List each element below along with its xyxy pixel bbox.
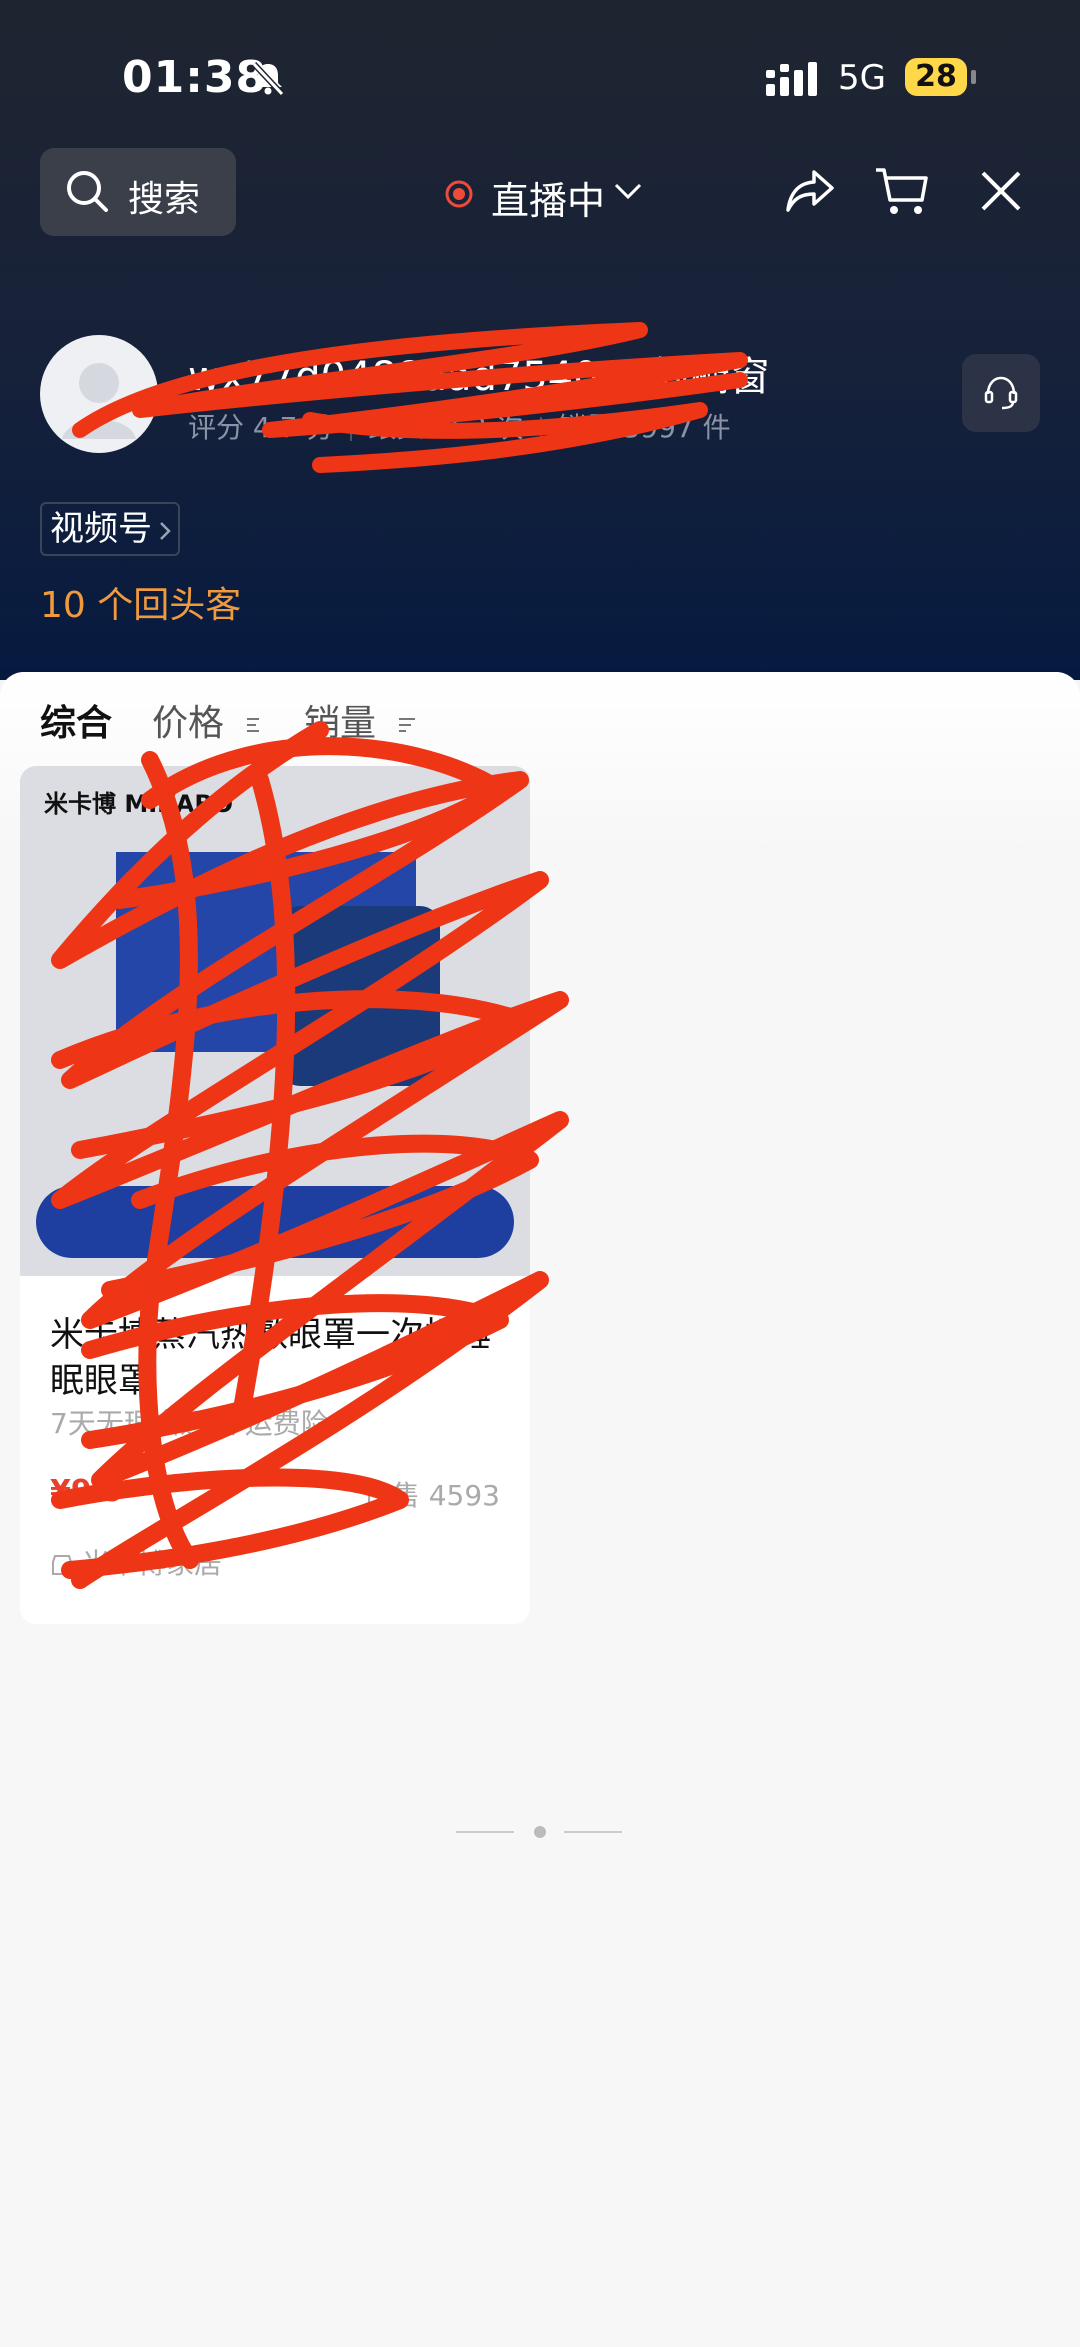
live-dot-icon	[445, 180, 473, 208]
search-button[interactable]: 搜索	[40, 148, 236, 236]
search-label: 搜索	[128, 179, 201, 220]
product-title: 米卡博蒸汽热敷眼罩一次性睡眠眼罩	[50, 1315, 492, 1401]
tab-composite[interactable]: 综合	[40, 694, 112, 746]
stats-separator	[350, 417, 353, 441]
bell-slash-icon	[251, 61, 285, 97]
cart-icon[interactable]	[874, 166, 930, 218]
chevron-down-icon	[614, 183, 642, 200]
product-package-side	[280, 906, 440, 1086]
product-sold-count: 已售 4593	[363, 1479, 500, 1512]
shop-icon	[52, 1555, 72, 1575]
store-stats: 评分 4.7 分跟头 363 次销量 3997 件	[188, 406, 731, 446]
tab-price-label: 价格	[152, 703, 225, 744]
product-shop[interactable]: 米卡博家居	[50, 1542, 222, 1582]
tab-sales[interactable]: 销量	[304, 694, 417, 746]
search-icon	[67, 171, 108, 212]
battery-tip	[971, 70, 976, 84]
video-channel-tag[interactable]: 视频号	[40, 502, 180, 556]
customer-service-icon	[984, 376, 1018, 410]
stats-separator	[539, 417, 542, 441]
chevron-right-icon	[160, 522, 171, 540]
customer-service-button[interactable]	[962, 354, 1040, 432]
product-image: 米卡博 MIKABO	[20, 766, 530, 1276]
signal-icon	[766, 62, 817, 96]
brand-logo: 米卡博 MIKABO	[44, 790, 234, 818]
battery-level: 28	[905, 58, 967, 96]
tab-sales-label: 销量	[304, 703, 377, 744]
store-avatar[interactable]	[40, 335, 158, 453]
repeat-customers: 10 个回头客	[40, 585, 242, 626]
list-end-divider	[456, 1824, 624, 1840]
status-time: 01:38	[122, 52, 268, 103]
product-card[interactable]: 米卡博 MIKABO 米卡博蒸汽热敷眼罩一次性睡眠眼罩 7天无理由退换 运费险 …	[20, 766, 530, 1624]
share-icon[interactable]	[784, 166, 836, 218]
product-shop-name: 米卡博家居	[82, 1547, 223, 1580]
store-rating: 评分 4.7 分	[188, 411, 335, 444]
live-label: 直播中	[491, 179, 606, 223]
tab-composite-label: 综合	[40, 703, 113, 744]
product-content: 综合 价格 销量 米卡博 MIKABO 米卡博蒸汽热敷眼罩一次性睡眠眼罩 7天无…	[0, 672, 1080, 2347]
store-sales: 销量 3997 件	[557, 411, 731, 444]
product-price: ¥9.9	[50, 1474, 125, 1509]
close-icon[interactable]	[978, 168, 1024, 214]
product-service-tags: 7天无理由退换 运费险	[50, 1407, 329, 1440]
sort-icon	[247, 718, 260, 732]
divider-line	[564, 1831, 622, 1833]
video-channel-label: 视频号	[50, 509, 152, 549]
tab-price[interactable]: 价格	[152, 694, 265, 746]
product-banner	[36, 1186, 514, 1258]
avatar-icon	[62, 363, 136, 439]
store-name: wx77d0488aad754069的橱窗	[188, 354, 770, 400]
status-bar: 01:38 5G 28	[0, 0, 1080, 140]
divider-line	[456, 1831, 514, 1833]
store-repeat-sales: 跟头 363 次	[368, 411, 524, 444]
network-type: 5G	[838, 58, 886, 98]
sort-icon	[399, 718, 416, 732]
divider-dot	[534, 1826, 546, 1838]
